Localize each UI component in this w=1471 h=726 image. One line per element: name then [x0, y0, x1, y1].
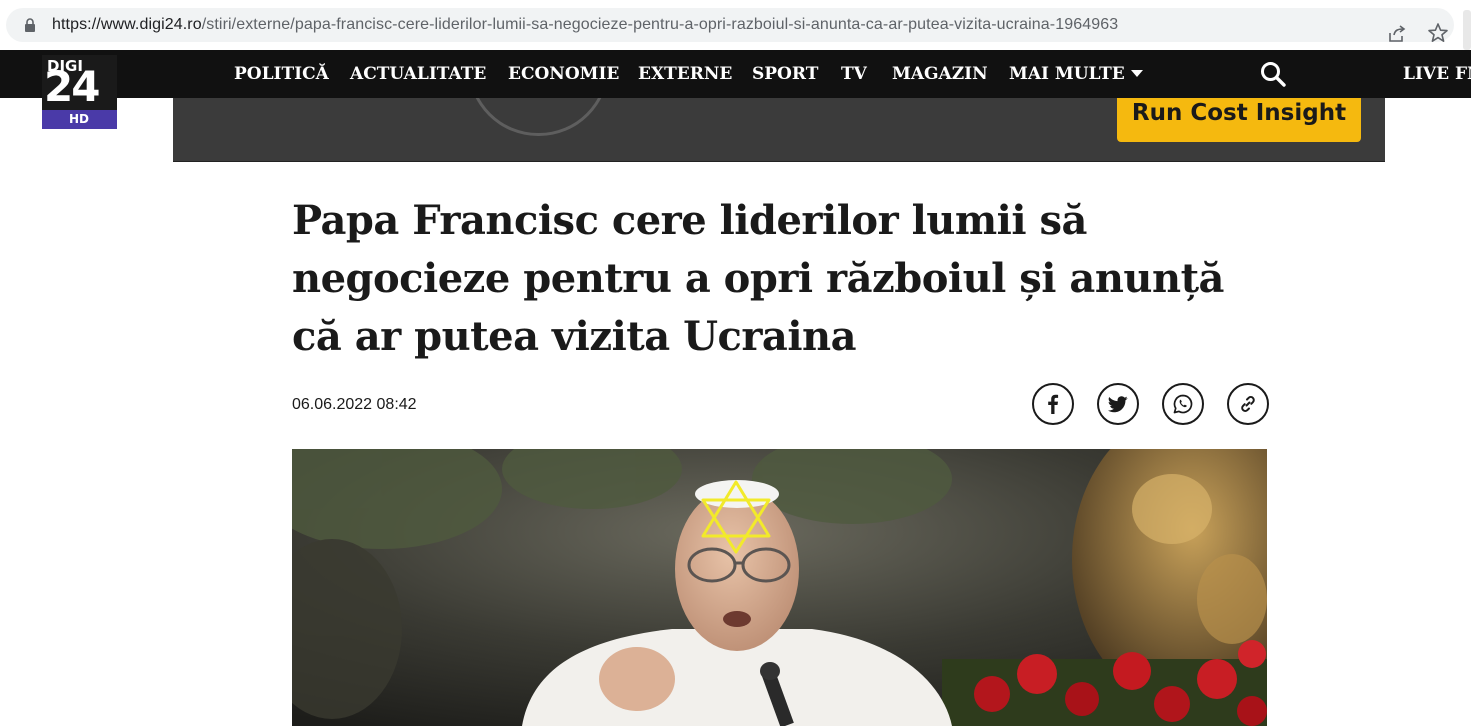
url-path: /stiri/externe/papa-francisc-cere-lideri… — [201, 16, 1119, 33]
photo-hand — [599, 647, 675, 711]
lock-icon[interactable] — [24, 18, 36, 32]
chevron-down-icon[interactable] — [1131, 70, 1143, 78]
share-page-icon[interactable] — [1387, 24, 1407, 44]
link-icon — [1241, 396, 1255, 412]
site-nav-bar — [0, 50, 1471, 98]
twitter-icon — [1108, 395, 1128, 412]
browser-toolbar: https://www.digi24.ro/stiri/externe/papa… — [0, 0, 1471, 51]
share-whatsapp-button[interactable] — [1162, 383, 1204, 425]
logo-24-text: 24 — [44, 62, 100, 111]
bookmark-star-icon[interactable] — [1427, 22, 1449, 44]
url-host: https://www.digi24.ro — [52, 16, 202, 33]
ad-cta-button[interactable]: Run Cost Insight — [1117, 98, 1361, 142]
share-facebook-button[interactable] — [1032, 383, 1074, 425]
url-text[interactable]: https://www.digi24.ro/stiri/externe/papa… — [52, 16, 1118, 34]
logo-mark: DIGI 24 — [42, 55, 117, 110]
nav-item-politica[interactable]: POLITICĂ — [234, 64, 329, 84]
logo-hd-badge: HD — [42, 110, 117, 129]
nav-item-actualitate[interactable]: ACTUALITATE — [350, 64, 486, 84]
scrollbar[interactable] — [1463, 10, 1471, 50]
share-copy-link-button[interactable] — [1227, 383, 1269, 425]
nav-item-sport[interactable]: SPORT — [752, 64, 818, 84]
photo-illustration — [292, 449, 1267, 726]
nav-item-magazin[interactable]: MAGAZIN — [892, 64, 988, 84]
nav-item-externe[interactable]: EXTERNE — [638, 64, 732, 84]
nav-item-economie[interactable]: ECONOMIE — [508, 64, 619, 84]
ad-banner[interactable]: Run Cost Insight — [173, 98, 1385, 162]
site-logo[interactable]: DIGI 24 HD — [42, 55, 117, 129]
nav-item-mai-multe[interactable]: MAI MULTE — [1009, 64, 1125, 84]
address-bar[interactable]: https://www.digi24.ro/stiri/externe/papa… — [6, 8, 1454, 44]
article-date: 06.06.2022 08:42 — [292, 396, 417, 413]
share-twitter-button[interactable] — [1097, 383, 1139, 425]
whatsapp-icon — [1173, 394, 1193, 414]
search-icon[interactable] — [1260, 61, 1286, 87]
nav-live-fm[interactable]: LIVE FM — [1403, 64, 1471, 84]
nav-item-tv[interactable]: TV — [841, 64, 867, 84]
facebook-icon — [1048, 394, 1059, 414]
article-title: Papa Francisc cere liderilor lumii să ne… — [292, 197, 1224, 360]
ad-decorative-arc — [468, 98, 609, 136]
article-photo — [292, 449, 1267, 726]
